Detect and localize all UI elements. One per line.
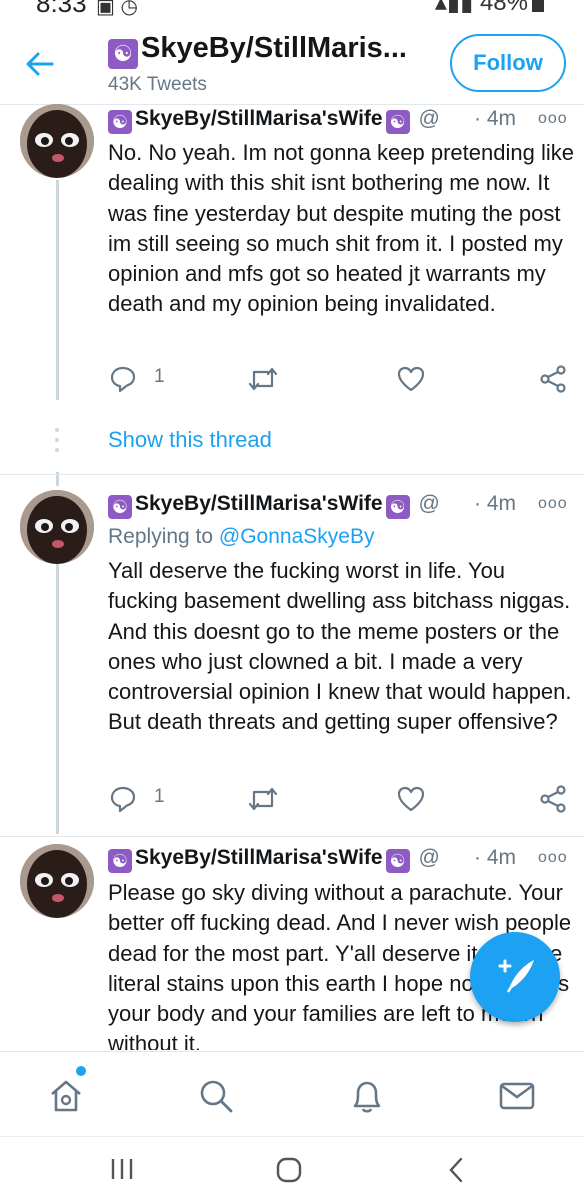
recent-apps-icon[interactable]: [108, 1155, 136, 1183]
gallery-icon: ▣ ◷: [96, 0, 138, 18]
share-icon: [540, 365, 566, 393]
reply-count: 1: [154, 786, 165, 807]
tweet-time: · 4m: [474, 107, 516, 130]
thread-line: [56, 564, 59, 834]
display-name[interactable]: SkyeBy/StillMarisa'sWife: [135, 107, 383, 130]
status-time: 8:33: [36, 0, 87, 18]
show-thread-link[interactable]: Show this thread: [108, 427, 272, 453]
share-button[interactable]: [538, 784, 568, 814]
retweet-icon: [248, 787, 278, 811]
yin-yang-emoji: ☯: [108, 495, 132, 519]
tweet-text: No. No yeah. Im not gonna keep pretendin…: [108, 140, 574, 317]
yin-yang-emoji: ☯: [385, 495, 410, 519]
tweet-header: ☯ SkyeBy/StillMarisa'sWife ☯ @ · 4m: [108, 846, 538, 873]
search-tab[interactable]: [196, 1076, 236, 1121]
replying-to-handle[interactable]: @GonnaSkyeBy: [219, 525, 375, 548]
reply-icon: [110, 786, 136, 813]
tweet-header: ☯ SkyeBy/StillMarisa'sWife ☯ @ · 4m: [108, 492, 538, 519]
like-button[interactable]: [396, 784, 426, 814]
thread-line: [56, 180, 59, 400]
messages-tab[interactable]: [497, 1076, 537, 1121]
avatar-image: [20, 104, 94, 178]
notifications-tab[interactable]: [347, 1076, 387, 1121]
avatar[interactable]: [20, 104, 94, 178]
yin-yang-emoji: ☯: [108, 39, 138, 69]
unread-indicator: [76, 1066, 86, 1076]
back-arrow-icon[interactable]: [22, 46, 58, 82]
tweet-actions: 1: [108, 364, 568, 394]
bell-icon: [353, 1081, 381, 1113]
compose-tweet-icon: [498, 959, 534, 993]
reply-icon: [110, 366, 136, 393]
bottom-navigation: [0, 1051, 584, 1136]
follow-button[interactable]: Follow: [450, 34, 566, 92]
heart-icon: [397, 786, 425, 812]
user-handle[interactable]: @: [418, 107, 439, 130]
reply-button[interactable]: 1: [108, 784, 165, 814]
share-icon: [540, 785, 566, 813]
reply-count: 1: [154, 366, 165, 387]
tweet-text: Yall deserve the fucking worst in life. …: [108, 558, 572, 735]
retweet-button[interactable]: [246, 364, 280, 394]
battery-icon: [532, 0, 544, 12]
home-icon: [51, 1080, 81, 1112]
tweet-actions: 1: [108, 784, 568, 814]
divider: [0, 474, 584, 475]
compose-tweet-button[interactable]: [470, 932, 560, 1022]
avatar-image: [20, 490, 94, 564]
avatar[interactable]: [20, 844, 94, 918]
status-bar: 8:33 ▣ ◷ ▴▮▮ 48%: [0, 0, 584, 22]
retweet-button[interactable]: [246, 784, 280, 814]
mail-icon: [499, 1082, 535, 1110]
replying-to: Replying to @GonnaSkyeBy: [108, 525, 375, 548]
divider: [0, 836, 584, 837]
avatar-image: [20, 844, 94, 918]
more-options-icon[interactable]: ooo: [538, 495, 568, 513]
share-button[interactable]: [538, 364, 568, 394]
display-name[interactable]: SkyeBy/StillMarisa'sWife: [135, 846, 383, 869]
home-tab[interactable]: [46, 1076, 86, 1121]
thread-dot: [55, 428, 59, 432]
search-icon: [200, 1080, 233, 1113]
reply-button[interactable]: 1: [108, 364, 165, 394]
thread-dot: [55, 438, 59, 442]
battery-text: 48%: [479, 0, 528, 16]
tweet-count: 43K Tweets: [108, 74, 207, 95]
status-right: ▴▮▮ 48%: [435, 0, 544, 17]
retweet-icon: [248, 367, 278, 391]
back-nav-icon[interactable]: [446, 1155, 466, 1185]
tweet-header: ☯ SkyeBy/StillMarisa'sWife ☯ @ · 4m: [108, 107, 538, 134]
yin-yang-emoji: ☯: [385, 110, 410, 134]
tweet-time: · 4m: [474, 846, 516, 869]
thread-dot: [55, 448, 59, 452]
tweet-time: · 4m: [474, 492, 516, 515]
avatar[interactable]: [20, 490, 94, 564]
home-button-icon[interactable]: [274, 1155, 304, 1185]
more-options-icon[interactable]: ooo: [538, 849, 568, 867]
display-name[interactable]: SkyeBy/StillMarisa'sWife: [135, 492, 383, 515]
profile-header: ☯ SkyeBy/StillMaris... 43K Tweets Follow: [0, 22, 584, 105]
like-button[interactable]: [396, 364, 426, 394]
profile-name: ☯ SkyeBy/StillMaris...: [108, 32, 407, 69]
yin-yang-emoji: ☯: [108, 849, 132, 873]
yin-yang-emoji: ☯: [108, 110, 132, 134]
heart-icon: [397, 366, 425, 392]
yin-yang-emoji: ☯: [385, 849, 410, 873]
system-navigation-bar: [0, 1136, 584, 1201]
user-handle[interactable]: @: [418, 492, 439, 515]
user-handle[interactable]: @: [418, 846, 439, 869]
more-options-icon[interactable]: ooo: [538, 110, 568, 128]
signal-icon: ▴▮▮: [434, 0, 474, 16]
